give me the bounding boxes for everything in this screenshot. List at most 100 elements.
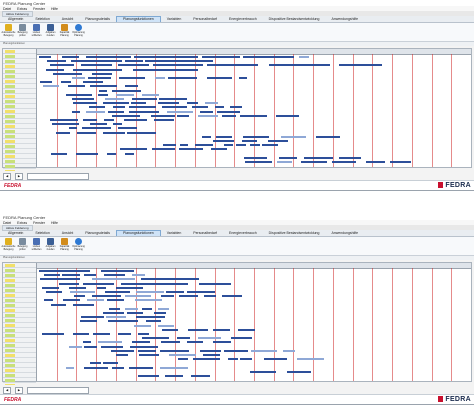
gantt-bar[interactable]: [41, 333, 64, 335]
tab-planungsfunktionen[interactable]: Planungsfunktionen: [115, 16, 161, 22]
gantt-bar[interactable]: [45, 291, 62, 293]
gantt-bar[interactable]: [154, 77, 166, 79]
gantt-bar[interactable]: [165, 375, 184, 377]
gantt-bar[interactable]: [103, 274, 126, 277]
gantt-bar[interactable]: [107, 110, 124, 113]
nav-next-button[interactable]: ▶: [15, 386, 23, 394]
gantt-bar[interactable]: [167, 110, 193, 113]
tab-ansicht[interactable]: Ansicht: [56, 231, 79, 236]
gantt-bar[interactable]: [72, 77, 86, 79]
gantt-bar[interactable]: [224, 144, 234, 147]
gantt-bar[interactable]: [276, 161, 293, 163]
tab-planungsfunktionen[interactable]: Planungsfunktionen: [115, 230, 161, 236]
tab-selektion[interactable]: Selektion: [29, 231, 55, 236]
gantt-bar[interactable]: [127, 312, 144, 314]
gantt-bar[interactable]: [115, 93, 134, 96]
auto-assign-button[interactable]: Automatische Belegung: [2, 238, 15, 251]
nav-next-button[interactable]: ▶: [15, 172, 23, 180]
gantt-bar[interactable]: [103, 312, 124, 314]
gantt-bar[interactable]: [107, 152, 117, 155]
gantt-bar[interactable]: [199, 110, 213, 113]
capacity-planning-button[interactable]: Kapazität Planung: [59, 238, 70, 251]
tab-selektion[interactable]: Selektion: [29, 17, 55, 22]
gantt-bar[interactable]: [82, 119, 98, 121]
gantt-bar[interactable]: [286, 370, 312, 373]
tab-variablen[interactable]: Variablen: [161, 231, 188, 236]
tab-anwendungshilfe[interactable]: Anwendungshilfe: [325, 17, 364, 22]
gantt-bar[interactable]: [138, 354, 160, 356]
gantt-bar[interactable]: [72, 303, 94, 306]
gantt-bar[interactable]: [106, 299, 124, 302]
gantt-bar[interactable]: [86, 110, 106, 113]
gantt-bar[interactable]: [187, 328, 208, 331]
gantt-bar[interactable]: [245, 161, 273, 163]
gantt-bar[interactable]: [103, 362, 119, 365]
optimize-planning-button[interactable]: Optimierung Planung: [72, 238, 85, 251]
gantt-bar[interactable]: [91, 72, 112, 75]
gantt-bar[interactable]: [163, 144, 176, 147]
gantt-bar[interactable]: [390, 161, 412, 163]
gantt-bar[interactable]: [72, 102, 97, 105]
gantt-bar[interactable]: [160, 295, 174, 298]
gantt-bar[interactable]: [90, 362, 101, 365]
gantt-bar[interactable]: [237, 328, 256, 331]
gantt-bar[interactable]: [129, 345, 159, 348]
gantt-bar[interactable]: [82, 282, 115, 285]
menu-fenster[interactable]: Fenster: [33, 7, 45, 11]
gantt-bar[interactable]: [62, 56, 79, 58]
tab-dispositive-bestandsentwicklung[interactable]: Dispositive Bestandsentwicklung: [263, 231, 326, 236]
optimize-planning-button[interactable]: Optimierung Planung: [72, 24, 85, 37]
gantt-bar[interactable]: [71, 60, 122, 63]
gantt-bar[interactable]: [142, 307, 153, 310]
gantt-bar[interactable]: [202, 135, 212, 138]
gantt-bar[interactable]: [269, 64, 330, 67]
tab-planungsdetails[interactable]: Planungsdetails: [79, 231, 116, 236]
gantt-bar[interactable]: [193, 358, 220, 361]
gantt-bar[interactable]: [241, 140, 257, 142]
gantt-bar[interactable]: [90, 123, 107, 126]
gantt-bar[interactable]: [141, 278, 200, 281]
gantt-bar[interactable]: [197, 114, 218, 117]
workspace-tab[interactable]: Aktive Felderung: [2, 224, 33, 231]
tab-allgemein[interactable]: Allgemein: [2, 231, 29, 236]
gantt-bar[interactable]: [167, 77, 197, 79]
check-assignment-button[interactable]: Belegung prüfen: [17, 24, 28, 37]
gantt-bar[interactable]: [242, 56, 295, 58]
gantt-bar[interactable]: [191, 375, 210, 377]
gantt-bar[interactable]: [162, 328, 179, 331]
auto-assign-button[interactable]: Automatische Belegung: [2, 24, 15, 37]
gantt-bar[interactable]: [129, 106, 157, 109]
gantt-bar[interactable]: [187, 291, 215, 293]
gantt-bar[interactable]: [151, 148, 175, 151]
gantt-bar[interactable]: [124, 85, 138, 88]
gantt-bar[interactable]: [194, 144, 214, 147]
tab-variablen[interactable]: Variablen: [161, 17, 188, 22]
gantt-bar[interactable]: [244, 156, 268, 159]
gantt-bar[interactable]: [303, 156, 333, 159]
gantt-bar[interactable]: [187, 102, 198, 105]
gantt-bar[interactable]: [297, 358, 325, 361]
gantt-bar[interactable]: [91, 295, 121, 298]
gantt-bar[interactable]: [159, 349, 189, 352]
gantt-bar[interactable]: [191, 106, 208, 109]
distribute-tasks-button[interactable]: Aufgaben zuteilen: [45, 24, 56, 37]
gantt-chart[interactable]: [2, 48, 472, 179]
gantt-bar[interactable]: [112, 106, 125, 109]
gantt-bar[interactable]: [76, 152, 99, 155]
gantt-bar[interactable]: [88, 77, 111, 79]
gantt-bar[interactable]: [80, 64, 113, 67]
gantt-bar[interactable]: [125, 307, 139, 310]
gantt-bar[interactable]: [178, 148, 204, 151]
gantt-bar[interactable]: [118, 127, 138, 130]
gantt-bar[interactable]: [316, 135, 340, 138]
gantt-bar[interactable]: [142, 337, 170, 340]
gantt-bar[interactable]: [92, 278, 135, 281]
gantt-bar[interactable]: [204, 295, 216, 298]
gantt-bar[interactable]: [210, 148, 228, 151]
gantt-bar[interactable]: [135, 299, 163, 302]
gantt-bar[interactable]: [157, 102, 179, 105]
tab-dispositive-bestandsentwicklung[interactable]: Dispositive Bestandsentwicklung: [263, 17, 326, 22]
gantt-bar[interactable]: [276, 114, 299, 117]
gantt-bar[interactable]: [198, 282, 232, 285]
gantt-bar[interactable]: [125, 295, 152, 298]
